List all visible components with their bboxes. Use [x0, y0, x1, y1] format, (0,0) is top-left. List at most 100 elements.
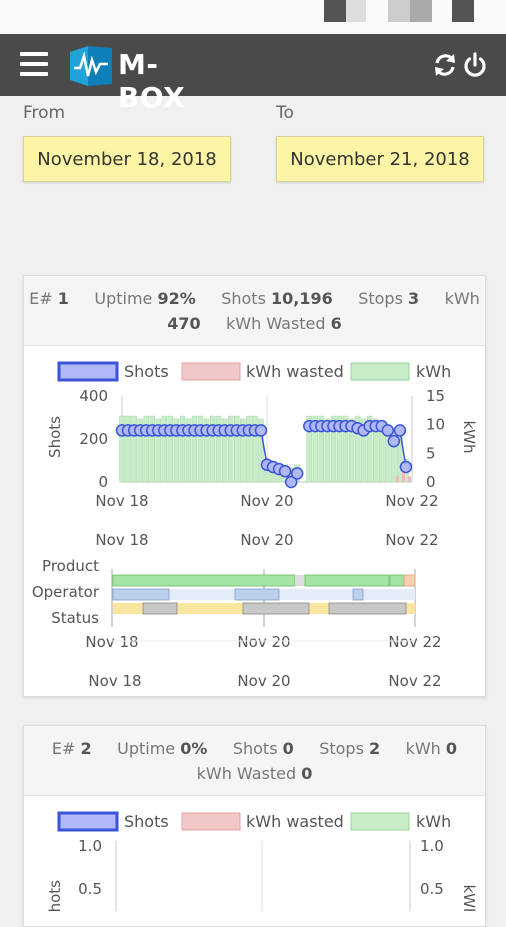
- machine-number: 2: [80, 739, 92, 758]
- legend-swatch-shots[interactable]: [57, 811, 119, 832]
- machine-number: 1: [57, 289, 69, 308]
- timeline-row-label-operator: Operator: [32, 583, 100, 601]
- uptime-value: 0%: [180, 739, 208, 758]
- hamburger-menu-icon[interactable]: [20, 52, 48, 76]
- kwh-wasted-bar[interactable]: [395, 476, 399, 482]
- chart-legend: Shots kWh wasted kWh: [57, 361, 451, 382]
- chart-legend: Shots kWh wasted kWh: [57, 811, 451, 832]
- y2-axis-title: kWh: [460, 884, 478, 911]
- timeline-row-label-status: Status: [51, 609, 99, 627]
- y-tick-label: 200: [79, 430, 108, 448]
- x-tick-label: Nov 22: [385, 492, 438, 510]
- timeline-tick-label: Nov 20: [240, 531, 293, 549]
- shots-point[interactable]: [381, 424, 395, 437]
- status-timeline: Nov 18 Nov 20 Nov 22 Product Operator Stat…: [32, 531, 442, 690]
- y-axis-title: Shots: [46, 880, 64, 911]
- legend-label-kwh[interactable]: kWh: [416, 812, 451, 831]
- stops-label: Stops: [319, 739, 364, 758]
- legend-swatch-kwh[interactable]: [350, 362, 410, 381]
- machine-summary: E# 1 Uptime 92% Shots 10,196 Stops 3 kWh…: [24, 276, 485, 346]
- status-bar-block: [324, 0, 346, 22]
- power-icon[interactable]: [462, 52, 488, 78]
- kwh-value: 470: [167, 314, 201, 333]
- kwh-wasted-value: 6: [330, 314, 342, 333]
- timeline-tick-label: Nov 20: [237, 672, 290, 690]
- refresh-icon[interactable]: [432, 52, 458, 78]
- kwh-wasted-bar[interactable]: [407, 476, 411, 482]
- stops-label: Stops: [358, 289, 403, 308]
- to-date-field[interactable]: November 21, 2018: [276, 136, 484, 182]
- legend-swatch-kwh-wasted[interactable]: [181, 362, 241, 381]
- kwh-wasted-label: kWh Wasted: [196, 764, 297, 783]
- kwh-wasted-value: 0: [301, 764, 313, 783]
- y-tick-label: 1.0: [78, 837, 102, 855]
- status-segment[interactable]: [242, 602, 310, 615]
- legend-label-shots[interactable]: Shots: [124, 812, 169, 831]
- operator-segment[interactable]: [234, 588, 280, 601]
- legend-swatch-kwh[interactable]: [350, 812, 410, 831]
- app-logo: M-BOX: [68, 42, 198, 114]
- machine-chart: Shots kWh wasted kWh Shots kWh 400 200 0 15…: [32, 361, 478, 690]
- shots-label: Shots: [232, 739, 278, 758]
- timeline-tick-label: Nov 18: [88, 672, 141, 690]
- shots-point[interactable]: [278, 465, 292, 478]
- product-segment[interactable]: [389, 574, 405, 587]
- logo-mark: [70, 46, 112, 86]
- stops-value: 2: [369, 739, 381, 758]
- product-segment[interactable]: [403, 574, 416, 587]
- shots-value: 10,196: [271, 289, 333, 308]
- shots-point[interactable]: [254, 424, 268, 437]
- legend-label-kwh[interactable]: kWh: [416, 362, 451, 381]
- y-tick-label: 0.5: [78, 880, 102, 898]
- shots-value: 0: [282, 739, 294, 758]
- shots-point[interactable]: [399, 460, 413, 474]
- legend-label-kwh-wasted[interactable]: kWh wasted: [246, 812, 344, 831]
- stops-value: 3: [408, 289, 420, 308]
- shots-point[interactable]: [393, 424, 407, 437]
- timeline-tick-label: Nov 18: [95, 531, 148, 549]
- uptime-label: Uptime: [117, 739, 176, 758]
- y2-tick-label: 5: [426, 444, 436, 462]
- y2-tick-label: 0.5: [420, 880, 444, 898]
- machine-summary: E# 2 Uptime 0% Shots 0 Stops 2 kWh 0 kWh…: [24, 726, 485, 796]
- from-date-field[interactable]: November 18, 2018: [23, 136, 231, 182]
- timeline-row-label-product: Product: [42, 557, 99, 575]
- status-bar-block: [410, 0, 432, 22]
- timeline-top-tick-labels: Nov 18 Nov 20 Nov 22: [95, 531, 438, 549]
- kwh-bar[interactable]: [264, 470, 270, 483]
- uptime-label: Uptime: [94, 289, 153, 308]
- y-tick-label: 0: [98, 473, 108, 491]
- kwh-value: 0: [445, 739, 458, 758]
- status-segment[interactable]: [142, 602, 178, 615]
- legend-swatch-kwh-wasted[interactable]: [181, 812, 241, 831]
- status-bar: [0, 0, 506, 34]
- legend-swatch-shots[interactable]: [57, 361, 119, 382]
- timeline-tick-label: Nov 22: [388, 672, 441, 690]
- y2-tick-label: 15: [426, 387, 445, 405]
- timeline-tick-label: Nov 22: [388, 633, 441, 651]
- status-bar-block: [452, 0, 474, 22]
- y2-tick-label: 0: [426, 473, 436, 491]
- machine-card: E# 2 Uptime 0% Shots 0 Stops 2 kWh 0 kWh…: [23, 725, 486, 927]
- timeline-tick-label: Nov 22: [385, 531, 438, 549]
- machine-card: E# 1 Uptime 92% Shots 10,196 Stops 3 kWh…: [23, 275, 486, 697]
- product-segment[interactable]: [112, 574, 296, 587]
- timeline-footer-tick-labels: Nov 18 Nov 20 Nov 22: [88, 672, 441, 690]
- operator-segment[interactable]: [112, 588, 170, 601]
- product-segment[interactable]: [304, 574, 390, 587]
- status-bar-block: [346, 0, 366, 22]
- legend-label-shots[interactable]: Shots: [124, 362, 169, 381]
- x-tick-label: Nov 18: [95, 492, 148, 510]
- logo-text: M-BOX: [118, 48, 186, 114]
- timeline-tick-label: Nov 18: [85, 633, 138, 651]
- status-segment[interactable]: [328, 602, 407, 615]
- y2-tick-label: 10: [426, 416, 445, 434]
- operator-segment[interactable]: [352, 588, 364, 601]
- shots-point[interactable]: [387, 434, 401, 448]
- kwh-wasted-label: kWh Wasted: [226, 314, 326, 333]
- shots-point[interactable]: [290, 467, 304, 480]
- legend-label-kwh-wasted[interactable]: kWh wasted: [246, 362, 344, 381]
- status-bar-block: [388, 0, 410, 22]
- app-header: M-BOX: [0, 34, 506, 114]
- machine-label: E#: [51, 739, 76, 758]
